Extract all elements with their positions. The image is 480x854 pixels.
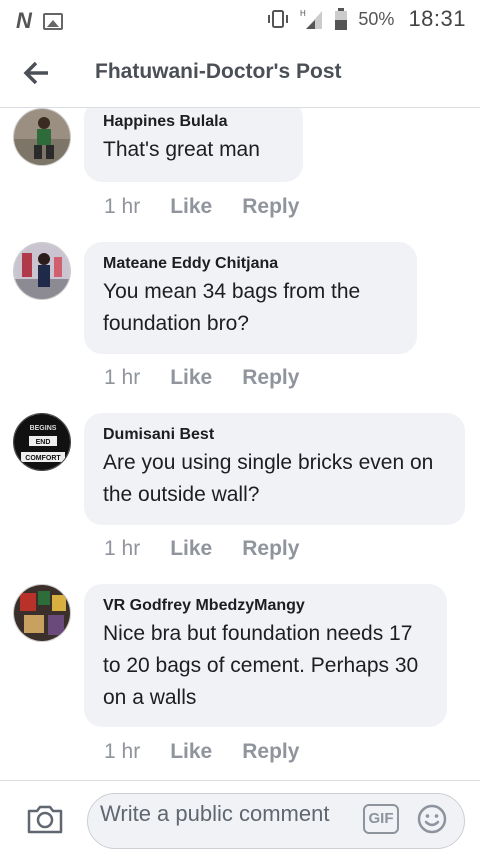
avatar[interactable] (13, 584, 71, 642)
network-type-label: H (300, 9, 306, 18)
comment-time: 1 hr (104, 195, 141, 218)
comment-actions: 1 hr Like Reply (104, 195, 299, 219)
comment-time: 1 hr (104, 537, 141, 560)
app-header: Fhatuwani-Doctor's Post (0, 38, 480, 108)
comment-bubble[interactable]: Dumisani Best Are you using single brick… (84, 413, 465, 525)
avatar[interactable]: BEGINS END COMFORT (13, 413, 71, 471)
smiley-icon[interactable] (416, 803, 448, 835)
reply-button[interactable]: Reply (242, 195, 299, 219)
comment-author[interactable]: Mateane Eddy Chitjana (103, 254, 397, 274)
page-title: Fhatuwani-Doctor's Post (95, 60, 342, 83)
battery-icon (335, 8, 348, 30)
like-button[interactable]: Like (170, 195, 212, 219)
comment-text: Nice bra but foundation needs 17 to 20 b… (103, 622, 419, 709)
comment-actions: 1 hr Like Reply (104, 366, 299, 390)
reply-button[interactable]: Reply (242, 366, 299, 390)
comment-bubble[interactable]: VR Godfrey MbedzyMangy Nice bra but foun… (84, 584, 447, 727)
avatar[interactable] (13, 242, 71, 300)
comment-text: That's great man (103, 138, 260, 161)
comment-bubble[interactable]: Mateane Eddy Chitjana You mean 34 bags f… (84, 242, 417, 354)
vibrate-icon (268, 10, 289, 28)
status-bar: N H 50% 18:31 (0, 0, 480, 38)
comment-list[interactable]: Happines Bulala That's great man 1 hr Li… (0, 108, 480, 780)
comment-actions: 1 hr Like Reply (104, 537, 299, 561)
comment-author[interactable]: VR Godfrey MbedzyMangy (103, 596, 427, 616)
comment-input[interactable]: Write a public comment GIF (87, 793, 465, 849)
avatar-text-begins: BEGINS (30, 425, 57, 432)
notification-n-icon: N (16, 8, 32, 33)
camera-icon[interactable] (26, 803, 64, 835)
reply-button[interactable]: Reply (242, 537, 299, 561)
battery-percent: 50% (358, 8, 395, 29)
comment-input-placeholder[interactable]: Write a public comment (100, 800, 340, 828)
comment-text: Are you using single bricks even on the … (103, 451, 434, 506)
avatar-text-end: END (36, 439, 51, 446)
like-button[interactable]: Like (170, 740, 212, 764)
like-button[interactable]: Like (170, 537, 212, 561)
comment-author[interactable]: Dumisani Best (103, 425, 445, 445)
avatar[interactable] (13, 108, 71, 166)
comment-bubble[interactable]: Happines Bulala That's great man (84, 108, 303, 182)
avatar-text-comfort: COMFORT (25, 455, 61, 462)
comment-composer: Write a public comment GIF (0, 780, 480, 854)
signal-icon: H (300, 9, 323, 29)
arrow-left-icon[interactable] (18, 56, 54, 90)
like-button[interactable]: Like (170, 366, 212, 390)
comment-time: 1 hr (104, 366, 141, 389)
reply-button[interactable]: Reply (242, 740, 299, 764)
gif-button[interactable]: GIF (363, 804, 399, 834)
image-notification-icon (42, 12, 63, 30)
clock: 18:31 (408, 6, 466, 31)
comment-time: 1 hr (104, 740, 141, 763)
comment-author[interactable]: Happines Bulala (103, 112, 283, 132)
comment-actions: 1 hr Like Reply (104, 740, 299, 764)
comment-text: You mean 34 bags from the foundation bro… (103, 280, 361, 335)
